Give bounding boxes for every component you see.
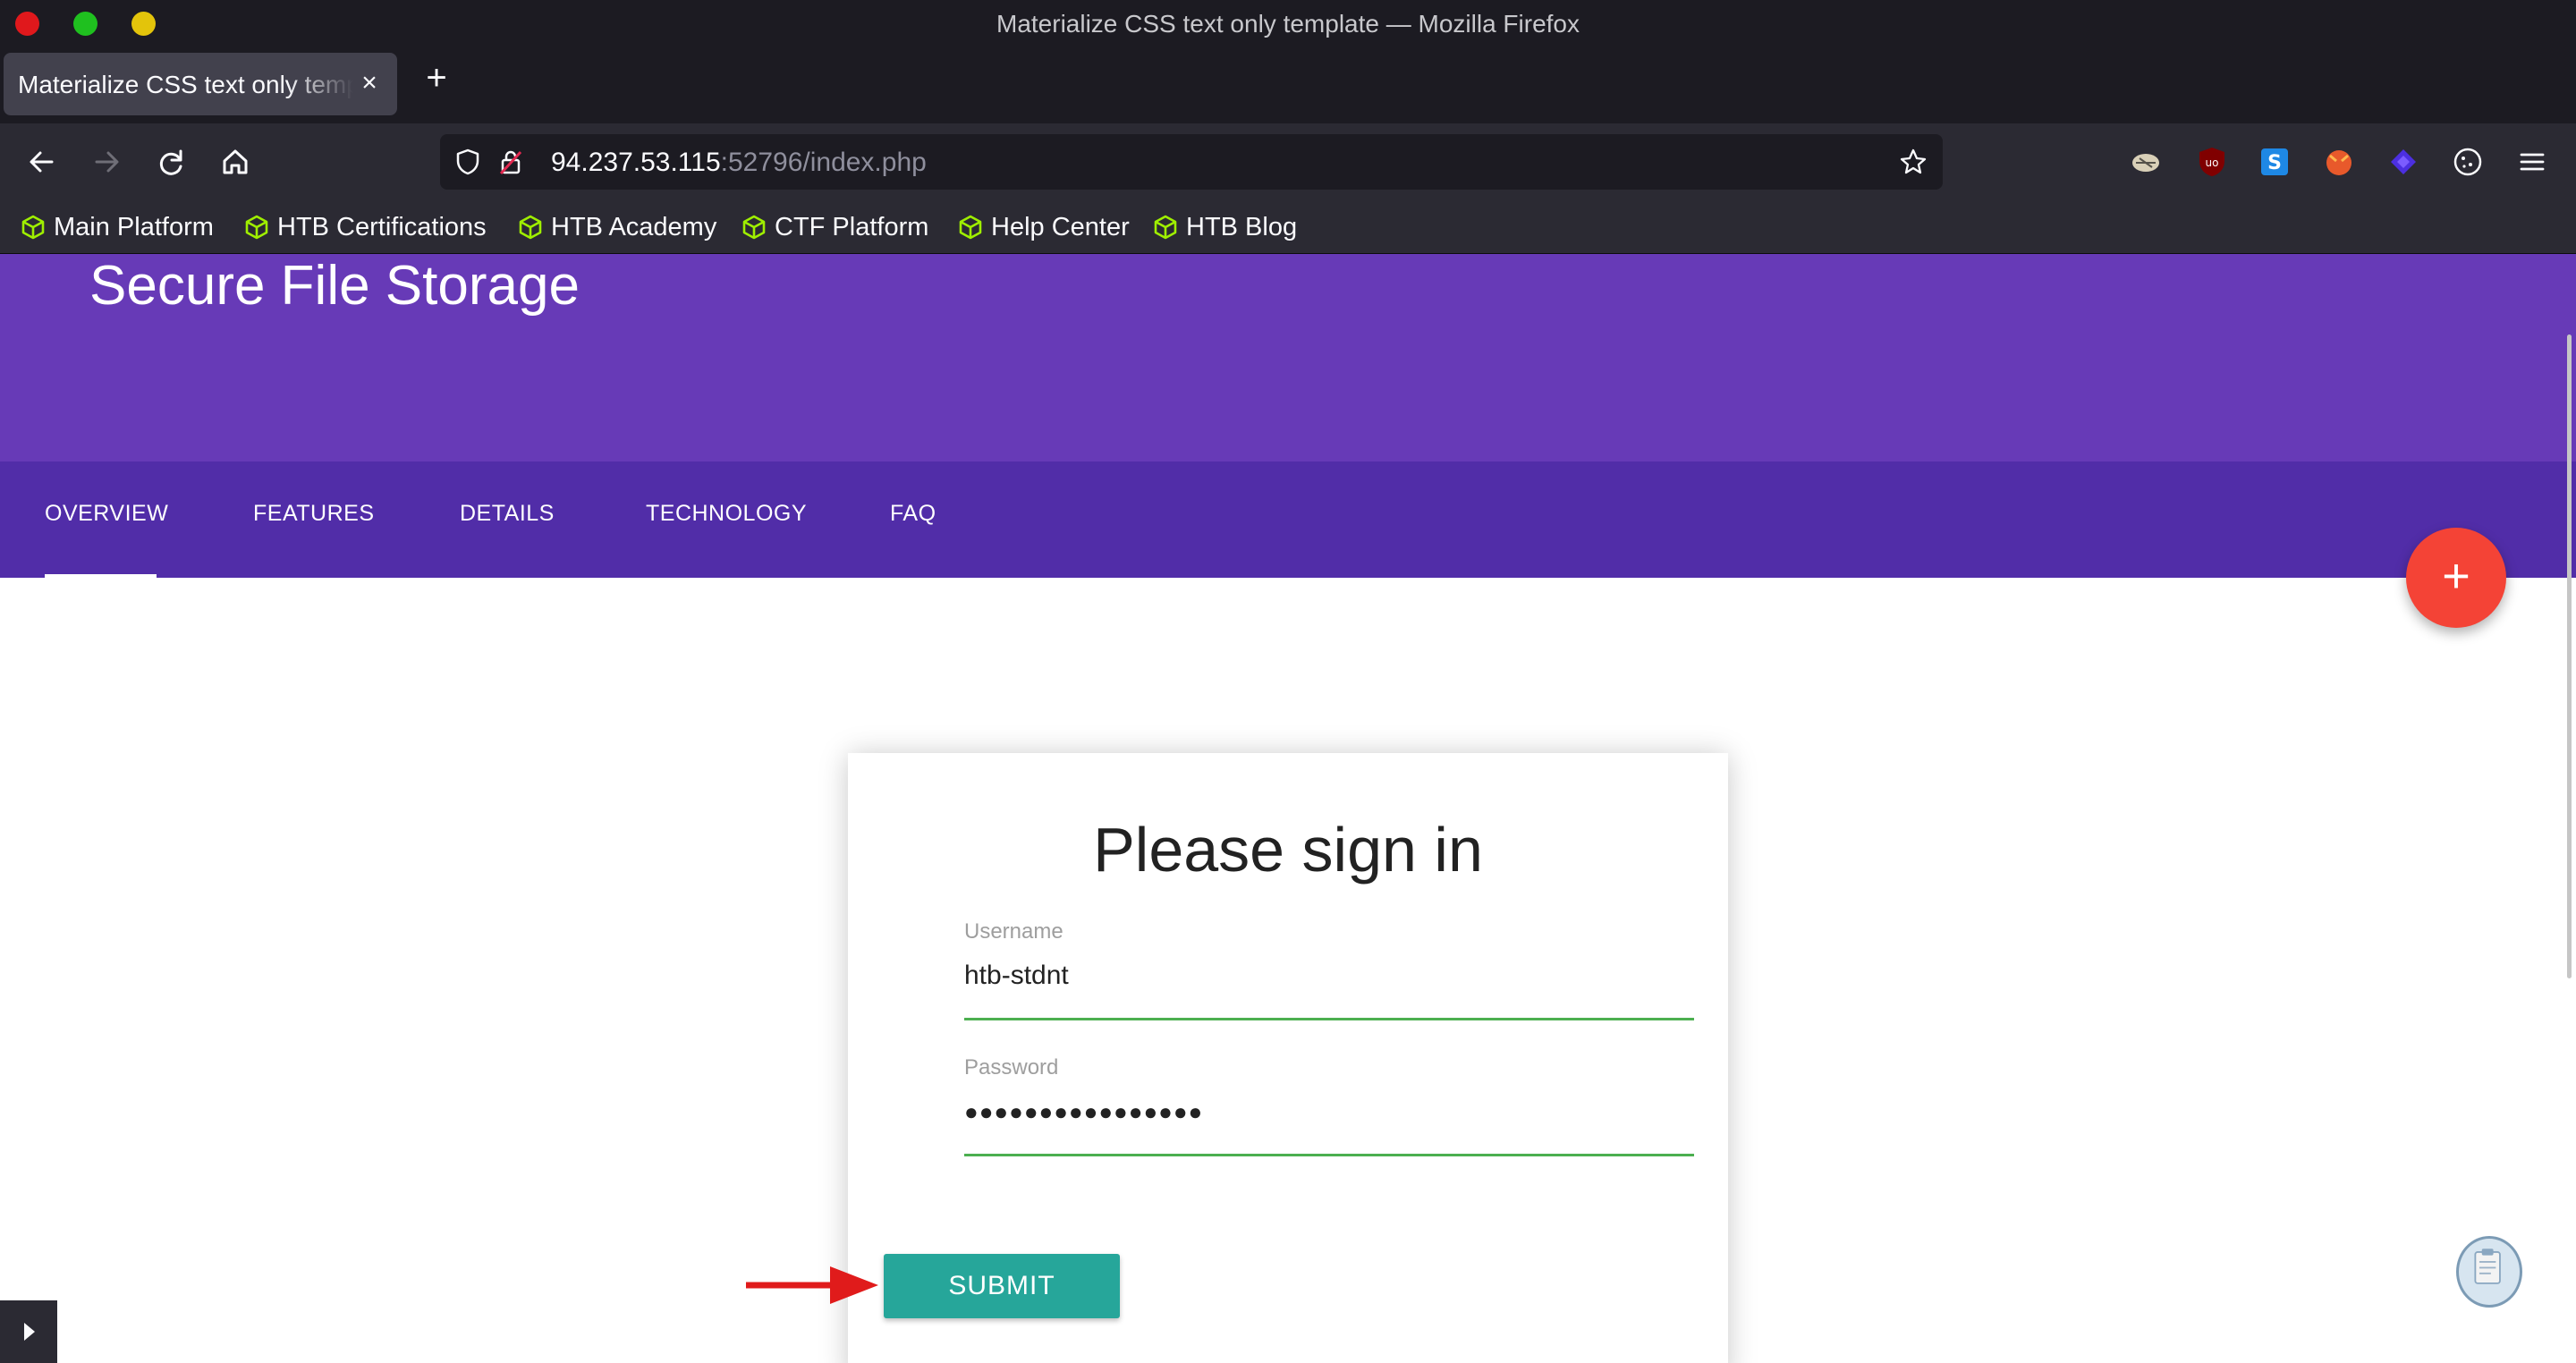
htb-cube-icon (245, 215, 268, 240)
s-extension-icon[interactable]: S (2258, 145, 2292, 179)
url-host: 94.237.53.115 (551, 148, 721, 177)
bookmark-label: HTB Blog (1186, 212, 1298, 241)
page-viewport: Secure File Storage OVERVIEW FEATURES DE… (0, 254, 2576, 1363)
forward-arrow-icon[interactable] (86, 141, 127, 182)
navigation-toolbar: 94.237.53.115:52796/index.php uo S (0, 123, 2576, 200)
svg-text:S: S (2267, 152, 2282, 174)
bookmark-label: HTB Certifications (277, 212, 487, 241)
back-arrow-icon[interactable] (21, 141, 63, 182)
bookmark-htb-blog[interactable]: HTB Blog (1152, 209, 1297, 245)
username-underline (964, 1018, 1694, 1020)
bookmarks-toolbar: Main Platform HTB Certifications HTB Aca… (0, 200, 2576, 254)
submit-button[interactable]: SUBMIT (884, 1254, 1120, 1318)
active-tab-indicator (45, 574, 157, 580)
new-tab-button[interactable]: + (419, 60, 454, 97)
bookmark-label: CTF Platform (775, 212, 929, 241)
bookmark-htb-academy[interactable]: HTB Academy (517, 209, 716, 245)
bookmark-label: Help Center (991, 212, 1130, 241)
password-label: Password (964, 1055, 1059, 1079)
bookmark-ctf-platform[interactable]: CTF Platform (741, 209, 928, 245)
tab-features[interactable]: FEATURES (253, 461, 375, 578)
htb-cube-icon (742, 215, 766, 240)
bookmark-help-center[interactable]: Help Center (957, 209, 1130, 245)
reload-icon[interactable] (150, 141, 191, 182)
bookmark-label: HTB Academy (551, 212, 717, 241)
wappalyzer-icon[interactable] (2386, 145, 2420, 179)
caret-right-icon (24, 1323, 35, 1341)
insecure-lock-icon[interactable] (496, 147, 526, 177)
url-text[interactable]: 94.237.53.115:52796/index.php (551, 148, 927, 178)
shield-icon[interactable] (453, 147, 483, 177)
sidebar-toggle-button[interactable] (0, 1300, 57, 1363)
login-title: Please sign in (1093, 815, 1483, 885)
bookmark-htb-certifications[interactable]: HTB Certifications (243, 209, 487, 245)
tab-strip: Materialize CSS text only template × + (0, 47, 2576, 123)
htb-cube-icon (21, 215, 45, 240)
home-icon[interactable] (215, 141, 256, 182)
tab-overview[interactable]: OVERVIEW (45, 461, 168, 578)
browser-tab-title: Materialize CSS text only template (18, 71, 353, 98)
svg-text:uo: uo (2206, 157, 2219, 169)
username-label: Username (964, 919, 1063, 944)
clipboard-icon[interactable] (2456, 1236, 2522, 1308)
tab-close-icon[interactable]: × (356, 67, 383, 99)
url-path: :52796/index.php (720, 148, 927, 177)
hamburger-menu-icon[interactable] (2515, 145, 2549, 179)
ublock-origin-icon[interactable]: uo (2195, 145, 2229, 179)
bookmark-label: Main Platform (54, 212, 214, 241)
tab-faq[interactable]: FAQ (890, 461, 936, 578)
password-input[interactable]: ●●●●●●●●●●●●●●●● (964, 1098, 1203, 1126)
tab-details[interactable]: DETAILS (460, 461, 555, 578)
window-titlebar: Materialize CSS text only template — Moz… (0, 0, 2576, 47)
username-input[interactable]: htb-stdnt (964, 961, 1069, 991)
url-bar[interactable]: 94.237.53.115:52796/index.php (440, 134, 1943, 190)
htb-cube-icon (1154, 215, 1177, 240)
page-scrollbar[interactable] (2567, 334, 2572, 978)
browser-tab[interactable]: Materialize CSS text only template × (4, 53, 397, 115)
tab-technology[interactable]: TECHNOLOGY (646, 461, 807, 578)
foxyproxy-icon[interactable] (2322, 145, 2356, 179)
bookmark-star-icon[interactable] (1898, 147, 1928, 177)
htb-cube-icon (959, 215, 982, 240)
hero-header: Secure File Storage (0, 254, 2576, 461)
annotation-arrow-icon (746, 1266, 878, 1304)
htb-cube-icon (519, 215, 542, 240)
extension-icon[interactable] (2129, 145, 2163, 179)
bookmark-main-platform[interactable]: Main Platform (20, 209, 214, 245)
page-tabs: OVERVIEW FEATURES DETAILS TECHNOLOGY FAQ (0, 461, 2576, 578)
cookie-icon[interactable] (2451, 145, 2485, 179)
page-title: Secure File Storage (89, 255, 580, 317)
window-title: Materialize CSS text only template — Moz… (996, 10, 1580, 38)
password-underline (964, 1154, 1694, 1156)
add-fab-button[interactable]: + (2406, 528, 2506, 628)
